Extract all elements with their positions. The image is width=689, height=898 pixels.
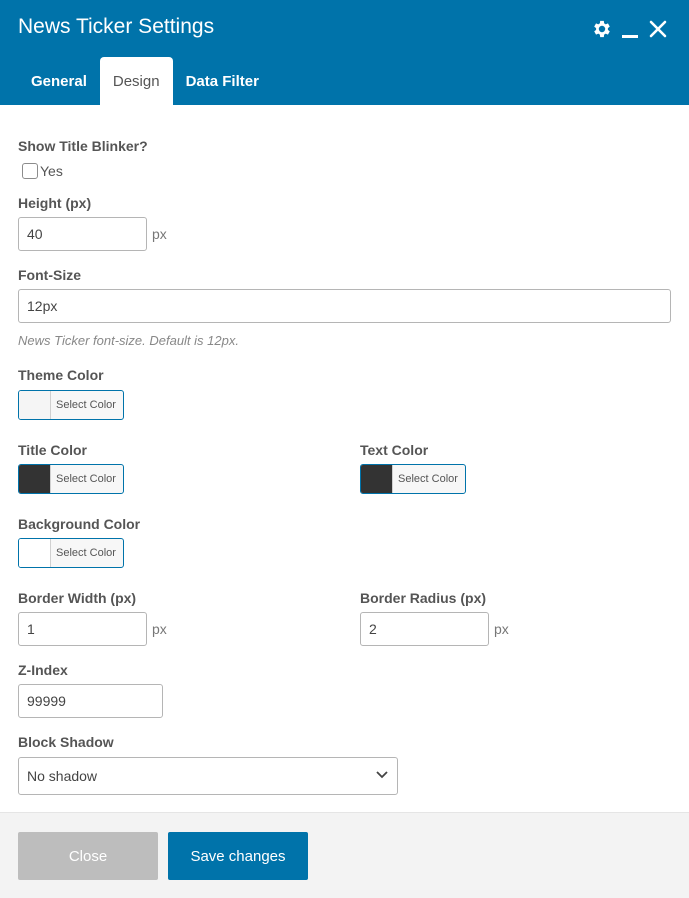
tab-design[interactable]: Design [99, 57, 173, 105]
title-blinker-option: Yes [22, 163, 63, 179]
font-size-help: News Ticker font-size. Default is 12px. [18, 333, 239, 348]
height-input[interactable] [18, 217, 147, 251]
theme-color-button-label: Select Color [56, 399, 116, 411]
border-radius-input[interactable] [360, 612, 489, 646]
tab-data-filter[interactable]: Data Filter [173, 57, 272, 105]
font-size-input[interactable] [18, 289, 671, 323]
tab-bar: General Design Data Filter [18, 57, 272, 105]
background-color-picker[interactable]: Select Color [18, 538, 124, 568]
text-color-button-label: Select Color [398, 473, 458, 485]
z-index-label: Z-Index [18, 662, 68, 678]
background-color-button-label: Select Color [56, 547, 116, 559]
border-width-input[interactable] [18, 612, 147, 646]
theme-color-swatch [19, 391, 51, 419]
font-size-label: Font-Size [18, 267, 81, 283]
chevron-down-icon [375, 767, 389, 785]
save-changes-button[interactable]: Save changes [168, 832, 308, 880]
modal-header: News Ticker Settings General Design Data… [0, 0, 689, 105]
text-color-swatch [361, 465, 393, 493]
block-shadow-value: No shadow [27, 768, 98, 784]
height-unit: px [152, 226, 167, 242]
block-shadow-select[interactable]: No shadow [18, 757, 398, 795]
border-width-label: Border Width (px) [18, 590, 137, 606]
z-index-input[interactable] [18, 684, 163, 718]
title-color-swatch [19, 465, 51, 493]
gear-icon[interactable] [591, 18, 613, 40]
background-color-label: Background Color [18, 516, 141, 532]
block-shadow-label: Block Shadow [18, 734, 114, 750]
text-color-picker[interactable]: Select Color [360, 464, 466, 494]
modal-footer: Close Save changes [0, 812, 689, 898]
title-color-picker[interactable]: Select Color [18, 464, 124, 494]
border-radius-unit: px [494, 621, 509, 637]
theme-color-label: Theme Color [18, 367, 104, 383]
border-radius-label: Border Radius (px) [360, 590, 487, 606]
border-width-unit: px [152, 621, 167, 637]
header-controls [585, 17, 669, 41]
title-blinker-label: Show Title Blinker? [18, 138, 148, 154]
height-label: Height (px) [18, 195, 92, 211]
close-button[interactable]: Close [18, 832, 158, 880]
title-blinker-checkbox[interactable] [22, 163, 38, 179]
close-icon[interactable] [647, 18, 669, 40]
theme-color-picker[interactable]: Select Color [18, 390, 124, 420]
title-color-label: Title Color [18, 442, 87, 458]
text-color-label: Text Color [360, 442, 429, 458]
title-color-button-label: Select Color [56, 473, 116, 485]
background-color-swatch [19, 539, 51, 567]
minimize-icon[interactable] [619, 18, 641, 40]
modal-title: News Ticker Settings [18, 15, 215, 38]
title-blinker-option-label[interactable]: Yes [40, 163, 63, 179]
tab-general[interactable]: General [18, 57, 100, 105]
